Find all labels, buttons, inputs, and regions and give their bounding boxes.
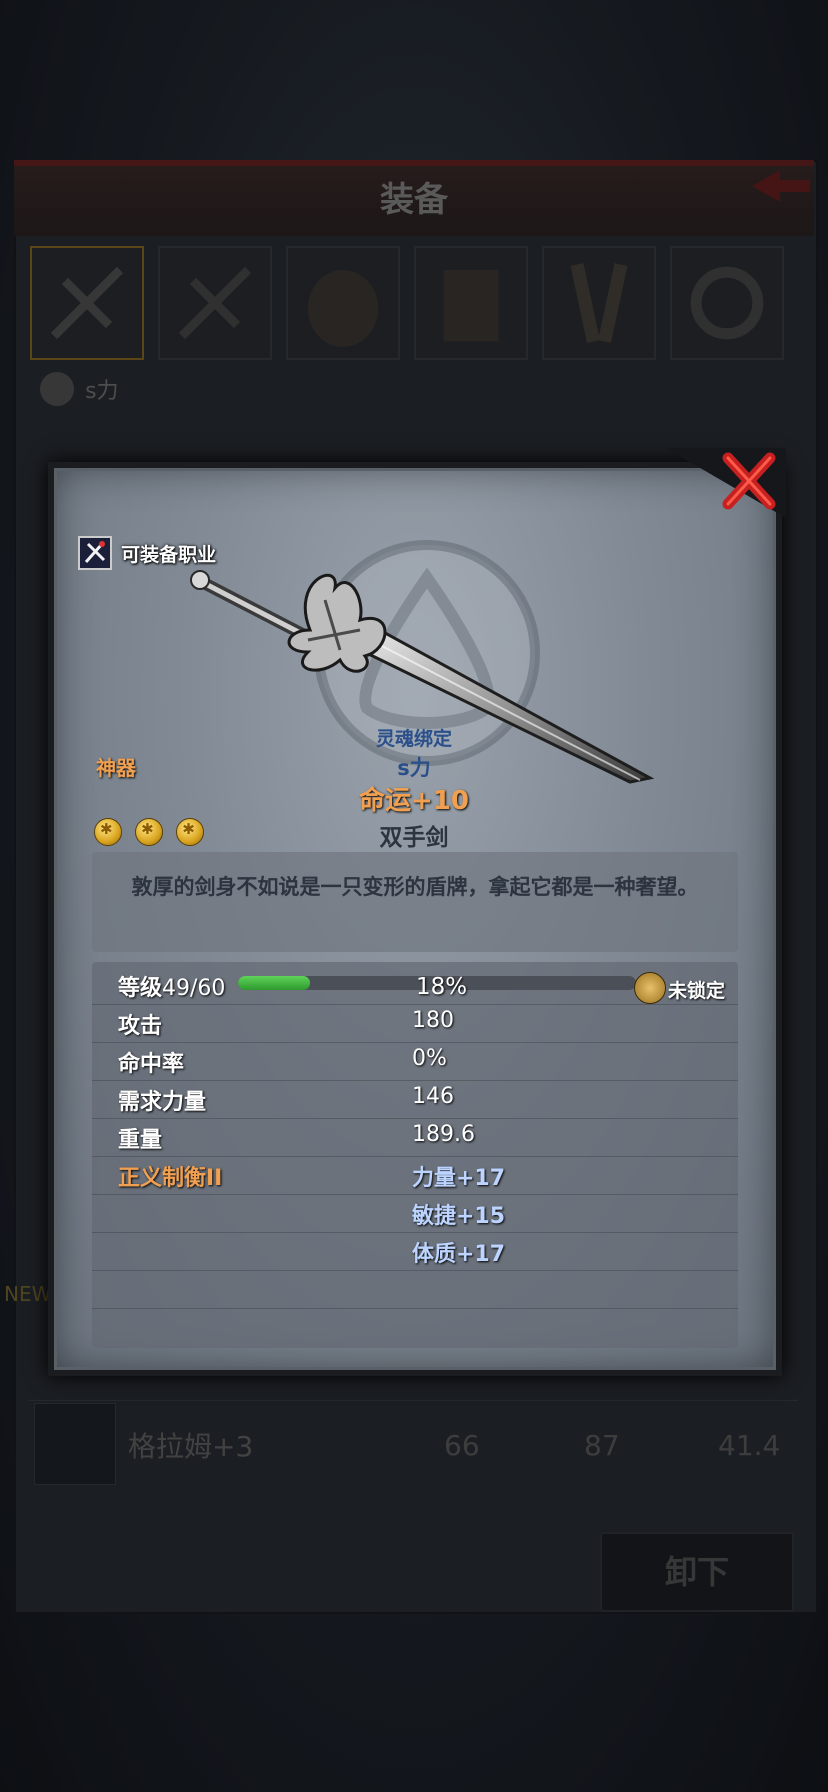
stat-value: 180	[412, 1008, 454, 1033]
set-bonus-row: 敏捷+15	[92, 1194, 738, 1233]
stat-value: 189.6	[412, 1122, 475, 1147]
stat-name: 命中率	[118, 1052, 185, 1077]
gem-icon[interactable]	[94, 818, 122, 846]
stat-row: 命中率 0%	[92, 1042, 738, 1081]
gem-icon[interactable]	[176, 818, 205, 846]
class-pick-icon	[78, 536, 112, 570]
set-bonus-row: 体质+17	[92, 1232, 738, 1271]
stat-row: 需求力量 146	[92, 1080, 738, 1119]
lock-icon[interactable]	[634, 972, 666, 1004]
gem-slots	[94, 818, 212, 848]
set-bonus-effect: 敏捷+15	[412, 1204, 506, 1229]
close-icon[interactable]	[666, 448, 786, 518]
stat-row: 攻击 180	[92, 1004, 738, 1043]
set-bonus-effect: 体质+17	[412, 1242, 506, 1267]
item-description: 敦厚的剑身不如说是一只变形的盾牌，拿起它都是一种奢望。	[131, 875, 699, 899]
level-label: 等级49/60	[118, 976, 226, 1001]
level-percent: 18%	[416, 974, 468, 1000]
stat-value: 146	[412, 1084, 454, 1109]
empty-row	[92, 1270, 738, 1309]
set-bonus-row: 正义制衡II 力量+17	[92, 1156, 738, 1195]
stat-name: 攻击	[118, 1014, 163, 1039]
set-bonus-name: 正义制衡II	[118, 1166, 223, 1191]
stat-name: 需求力量	[118, 1090, 207, 1115]
stat-value: 0%	[412, 1046, 447, 1071]
lock-status[interactable]: 未锁定	[668, 976, 725, 1003]
bind-status: 灵魂绑定	[375, 728, 452, 750]
set-bonus-effect: 力量+17	[412, 1166, 506, 1191]
stat-row: 重量 189.6	[92, 1118, 738, 1157]
item-name: s力	[397, 756, 431, 780]
gem-icon[interactable]	[135, 818, 164, 846]
stat-name: 重量	[118, 1128, 163, 1153]
fate-bonus: 命运+10	[359, 786, 469, 816]
level-progress-fill	[238, 976, 310, 990]
